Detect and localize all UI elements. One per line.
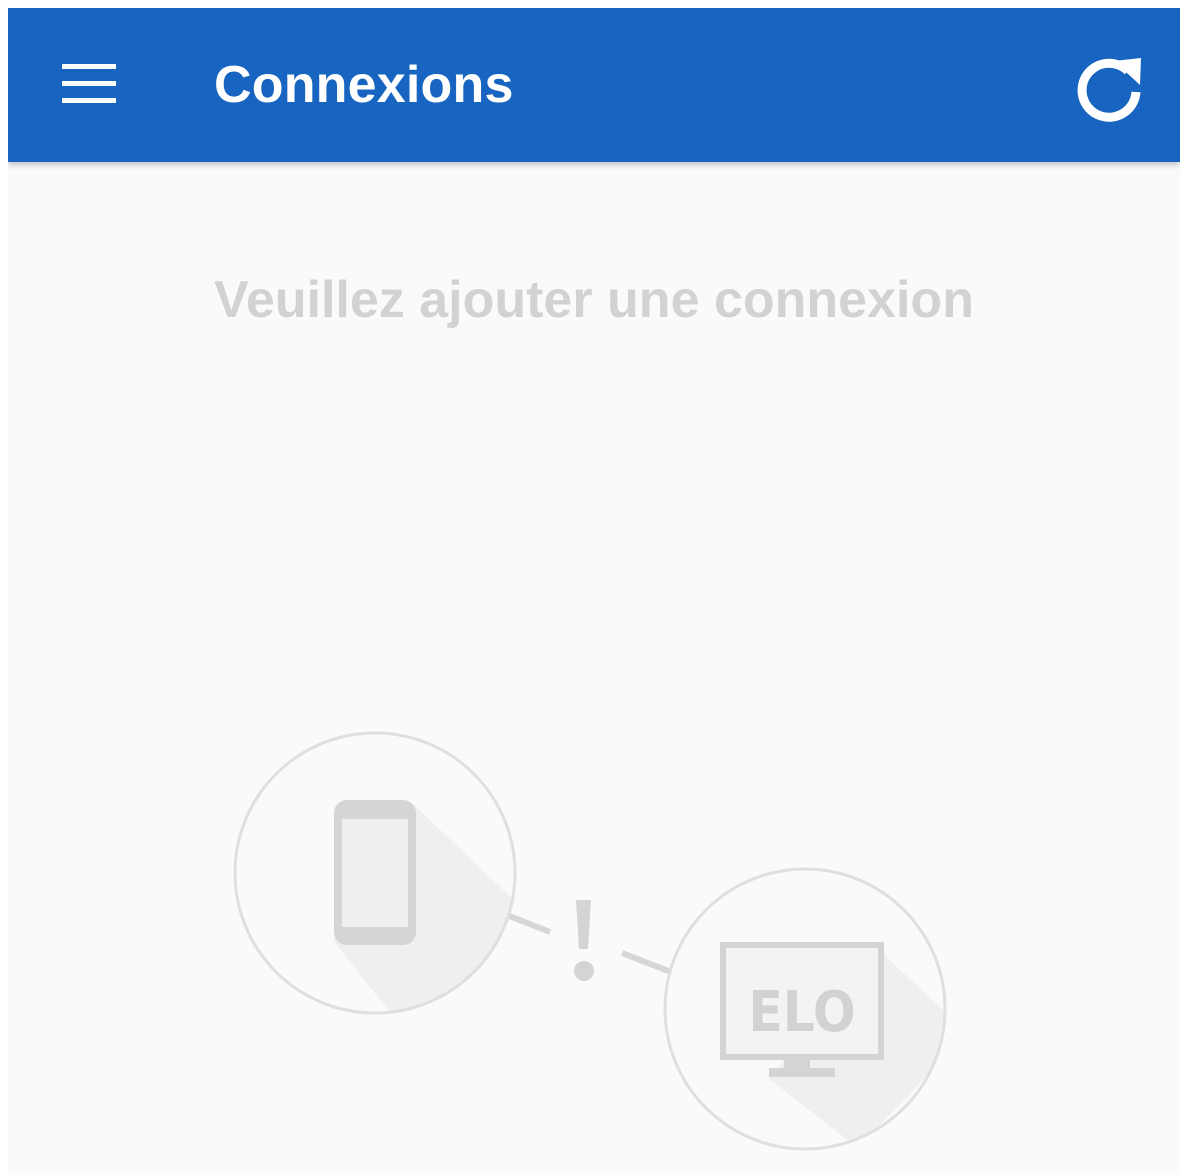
monitor-circle: ELO: [663, 867, 947, 1151]
menu-icon: [62, 64, 116, 103]
phone-circle: [233, 731, 517, 1015]
page-title: Connexions: [214, 56, 514, 114]
smartphone-icon: [334, 800, 416, 945]
monitor-icon: ELO: [720, 942, 884, 1077]
menu-button[interactable]: [48, 44, 130, 126]
warning-mark-icon: [574, 900, 594, 981]
connection-illustration: ELO: [208, 708, 968, 1175]
monitor-label: ELO: [748, 980, 855, 1045]
empty-state-message: Veuillez ajouter une connexion: [214, 271, 974, 329]
top-app-bar: Connexions: [8, 8, 1180, 162]
refresh-button[interactable]: [1066, 42, 1150, 126]
app-screen: Connexions Veuillez ajouter une connexio…: [8, 8, 1180, 1175]
refresh-icon: [1077, 58, 1141, 122]
